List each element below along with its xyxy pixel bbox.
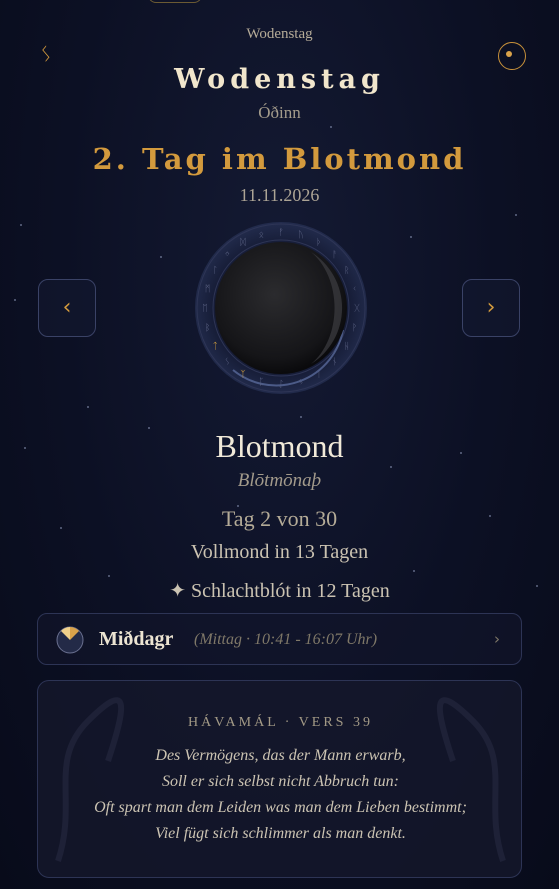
chevron-right-icon: ›: [494, 630, 500, 648]
quote-line: Des Vermögens, das der Mann erwarb,: [155, 747, 406, 764]
weekday-title: Wodenstag: [174, 64, 385, 95]
rune-glyph: ᛚ: [212, 265, 217, 276]
daytime-name: Miðdagr: [99, 628, 174, 650]
rune-glyph: ᛞ: [240, 237, 246, 248]
full-moon-countdown: Vollmond in 13 Tagen: [190, 541, 369, 563]
rune-glyph: ᛜ: [225, 250, 230, 260]
rune-glyph: ᛊ: [225, 357, 230, 368]
quote-heading: HÁVAMÁL · VERS 39: [188, 715, 373, 730]
daytime-row[interactable]: Miðdagr (Mittag · 10:41 - 16:07 Uhr) ›: [37, 613, 522, 665]
weekday-label-small: Wodenstag: [246, 26, 313, 42]
rune-glyph: ᛟ: [259, 231, 264, 241]
rune-glyph: ᚨ: [332, 249, 337, 260]
moon-phase-dial: ᚠ ᚢ ᚦᚨᚱᚲᚷᚹᚺᚾᛁ ᛃ ᛇ ᛈ ᛉᛊᛏᛒᛖᛗᛚᛜᛞ ᛟ: [193, 220, 369, 396]
next-day-button[interactable]: ›: [462, 279, 520, 337]
rune-glyph: ᛗ: [205, 283, 210, 294]
god-name: Óðinn: [258, 103, 301, 122]
next-festival: ✦ Schlachtblót in 12 Tagen: [169, 580, 390, 602]
rune-glyph: ᛁ: [316, 369, 321, 380]
rune-glyph: ᛇ: [278, 379, 283, 390]
moon-ring: ᚠ ᚢ ᚦᚨᚱᚲᚷᚹᚺᚾᛁ ᛃ ᛇ ᛈ ᛉᛊᛏᛒᛖᛗᛚᛜᛞ ᛟ: [195, 222, 367, 394]
previous-day-button[interactable]: ‹: [38, 279, 96, 337]
quote-line: Soll er sich selbst nicht Abbruch tun:: [161, 773, 399, 790]
quote-line: Oft spart man dem Leiden was man dem Lie…: [94, 799, 467, 816]
rune-glyph: ᛒ: [205, 323, 210, 334]
rune-glyph: ᛃ: [298, 377, 303, 387]
rune-glyph: ᛖ: [202, 303, 207, 314]
sundial-icon: [56, 626, 84, 654]
rune-menu-icon[interactable]: ᛊ: [36, 44, 56, 64]
rune-glyph: ᚦ: [316, 237, 321, 248]
rune-glyph: ᛏ: [212, 341, 217, 352]
date-label: 11.11.2026: [239, 185, 320, 205]
month-name: Blotmond: [215, 428, 344, 464]
day-count: Tag 2 von 30: [221, 506, 338, 531]
rune-glyph: ᚢ: [298, 230, 303, 241]
rune-glyph: ᚱ: [344, 265, 349, 276]
top-notch: [148, 0, 202, 3]
day-title: 2. Tag im Blotmond: [92, 142, 467, 176]
rune-glyph: ᚺ: [344, 341, 349, 352]
rune-glyph: ᚹ: [352, 323, 357, 334]
month-old-name: Blōtmōnaþ: [237, 470, 322, 491]
rune-glyph: ᚷ: [354, 303, 360, 314]
daytime-detail: (Mittag · 10:41 - 16:07 Uhr): [194, 631, 378, 648]
quote-card: HÁVAMÁL · VERS 39 Des Vermögens, das der…: [37, 680, 522, 878]
rune-glyph: ᚠ: [278, 227, 283, 238]
rune-glyph: ᛈ: [259, 377, 264, 387]
rune-glyph: ᚾ: [332, 357, 337, 368]
quote-line: Viel fügt sich schlimmer als man denkt.: [155, 825, 406, 842]
rune-glyph: ᚲ: [352, 284, 357, 294]
rune-glyph: ᛉ: [240, 369, 245, 380]
